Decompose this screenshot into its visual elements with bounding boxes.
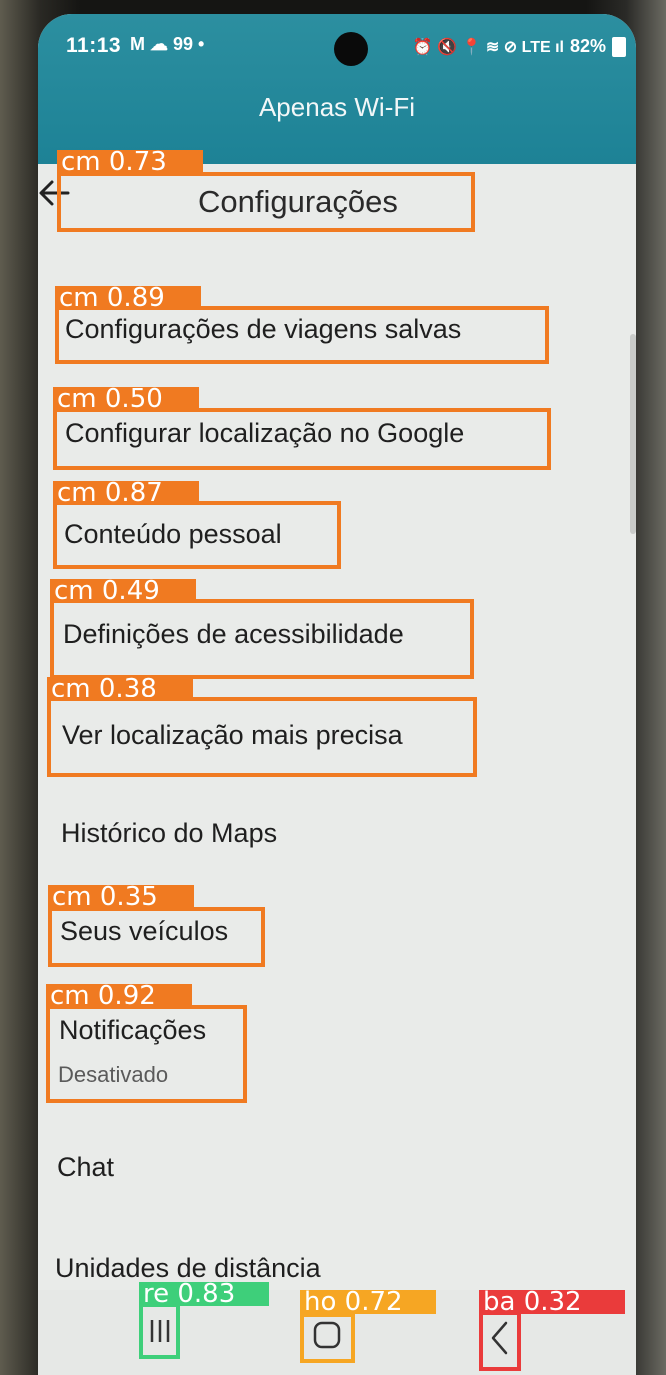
detection-label: cm 0.89 bbox=[55, 286, 201, 310]
back-icon[interactable] bbox=[488, 1320, 512, 1364]
arrow-left-icon-svg bbox=[39, 180, 70, 206]
menu-item-vehicles[interactable]: Seus veículos bbox=[60, 916, 228, 947]
detection-label: cm 0.38 bbox=[47, 677, 193, 697]
battery-icon bbox=[612, 36, 626, 57]
arrow-left-icon[interactable] bbox=[38, 178, 70, 216]
recents-icon-svg bbox=[150, 1320, 170, 1342]
scrollbar[interactable] bbox=[630, 334, 636, 534]
menu-item-google-location[interactable]: Configurar localização no Google bbox=[65, 418, 464, 449]
menu-item-maps-history[interactable]: Histórico do Maps bbox=[61, 818, 277, 849]
status-right: ⏰ 🔇 📍 ≋ ⊘ LTE ıl 82% bbox=[413, 36, 626, 57]
detection-label-recents: re 0.83 bbox=[139, 1282, 269, 1306]
recents-icon[interactable] bbox=[146, 1316, 174, 1354]
detection-label-home: ho 0.72 bbox=[300, 1290, 436, 1314]
detection-label-back: ba 0.32 bbox=[479, 1290, 625, 1314]
notifications-status: Desativado bbox=[58, 1062, 169, 1087]
detection-label: cm 0.73 bbox=[57, 150, 203, 174]
app-bar-title: Apenas Wi-Fi bbox=[258, 92, 416, 122]
detection-label: cm 0.50 bbox=[53, 387, 199, 411]
menu-item-notifications[interactable]: Notificações bbox=[59, 1015, 206, 1046]
detection-label: cm 0.49 bbox=[50, 579, 196, 603]
back-icon-svg bbox=[491, 1321, 508, 1355]
front-camera bbox=[334, 32, 368, 66]
home-icon[interactable] bbox=[312, 1320, 342, 1358]
home-icon-svg bbox=[313, 1321, 341, 1349]
status-bar: 11:13 M ☁ 99 • ⏰ 🔇 📍 ≋ ⊘ LTE ıl 82% Apen… bbox=[38, 14, 636, 164]
detection-label: cm 0.92 bbox=[46, 984, 192, 1008]
menu-item-travel-settings[interactable]: Configurações de viagens salvas bbox=[65, 314, 461, 345]
battery-level: 82% bbox=[569, 36, 606, 56]
page-title: Configurações bbox=[198, 184, 398, 219]
notification-icons: M ☁ 99 • bbox=[130, 34, 205, 54]
system-icons: ⏰ 🔇 📍 ≋ ⊘ LTE ıl bbox=[412, 38, 564, 56]
menu-item-distance-units[interactable]: Unidades de distância bbox=[55, 1253, 321, 1284]
menu-item-accessibility[interactable]: Definições de acessibilidade bbox=[63, 619, 404, 650]
status-time: 11:13 bbox=[66, 34, 122, 57]
detection-label: cm 0.87 bbox=[53, 481, 199, 505]
menu-item-chat[interactable]: Chat bbox=[57, 1152, 114, 1183]
detection-label: cm 0.35 bbox=[48, 885, 194, 909]
menu-item-precise-location[interactable]: Ver localização mais precisa bbox=[62, 720, 403, 751]
menu-item-personal-content[interactable]: Conteúdo pessoal bbox=[64, 519, 282, 550]
